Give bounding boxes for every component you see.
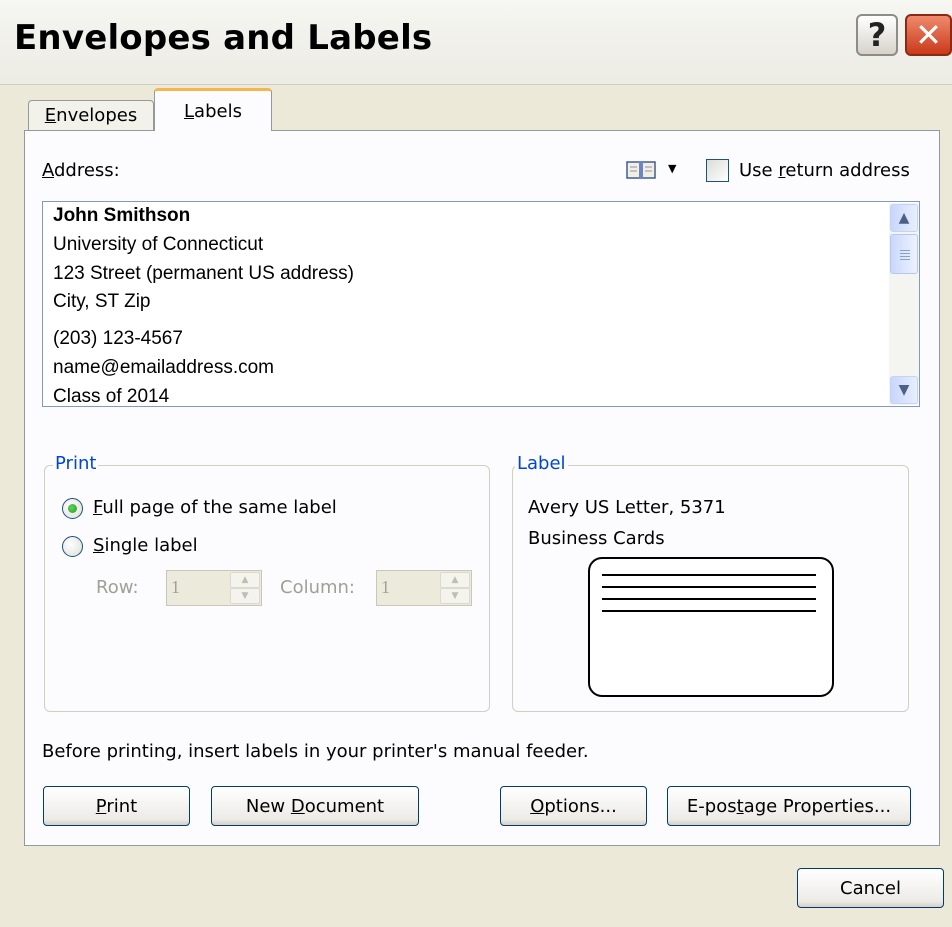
single-label-radio[interactable]	[62, 536, 83, 557]
use-return-address-label[interactable]: Use return address	[739, 160, 910, 181]
column-spin-down[interactable]: ▼	[440, 588, 470, 604]
scroll-down-button[interactable]: ▼	[890, 376, 918, 404]
row-spin-down[interactable]: ▼	[230, 588, 260, 604]
column-label: Column:	[280, 577, 355, 598]
e-postage-properties-button[interactable]: E-postage Properties...	[667, 786, 911, 826]
address-line-name: John Smithson	[53, 205, 191, 226]
full-page-radio[interactable]	[62, 498, 83, 519]
printer-feed-hint: Before printing, insert labels in your p…	[42, 741, 589, 762]
tab-envelopes-label: Envelopes	[44, 105, 138, 126]
row-value: 1	[171, 577, 180, 597]
address-line: name@emailaddress.com	[53, 357, 274, 378]
single-label-label[interactable]: Single label	[93, 535, 198, 556]
help-icon: ?	[867, 16, 887, 54]
label-product: Business Cards	[528, 528, 665, 549]
tab-envelopes[interactable]: Envelopes	[28, 100, 154, 130]
column-value: 1	[381, 577, 390, 597]
title-bar[interactable]: Envelopes and Labels ? ✕	[0, 0, 952, 85]
label-group-legend: Label	[515, 453, 568, 474]
tab-labels-label: Labels	[184, 100, 242, 122]
tab-labels[interactable]: Labels	[154, 88, 272, 131]
column-spinner[interactable]: 1 ▲ ▼	[376, 570, 472, 606]
print-group-legend: Print	[53, 453, 99, 474]
window-title: Envelopes and Labels	[14, 18, 433, 58]
options-button[interactable]: Options...	[500, 786, 647, 826]
scroll-thumb[interactable]	[890, 234, 918, 274]
address-scrollbar[interactable]: ▲ ▼	[889, 203, 919, 405]
label-vendor: Avery US Letter, 5371	[528, 497, 726, 518]
address-book-icon[interactable]	[626, 159, 656, 181]
address-line: 123 Street (permanent US address)	[53, 263, 354, 284]
address-textarea[interactable]: John Smithson University of Connecticut …	[42, 201, 920, 407]
cancel-button[interactable]: Cancel	[797, 868, 944, 908]
row-spinner[interactable]: 1 ▲ ▼	[166, 570, 262, 606]
column-spin-up[interactable]: ▲	[440, 572, 470, 588]
address-line: University of Connecticut	[53, 234, 264, 255]
help-button[interactable]: ?	[856, 14, 898, 56]
use-return-address-checkbox[interactable]	[706, 159, 729, 182]
address-line: Class of 2014	[53, 386, 170, 407]
chevron-up-icon: ▲	[898, 210, 910, 226]
chevron-down-icon: ▼	[898, 382, 910, 398]
label-preview-icon[interactable]	[588, 557, 834, 697]
close-icon: ✕	[915, 16, 942, 54]
address-line: City, ST Zip	[53, 291, 151, 312]
row-spin-up[interactable]: ▲	[230, 572, 260, 588]
scroll-up-button[interactable]: ▲	[890, 204, 918, 232]
new-document-button[interactable]: New Document	[211, 786, 419, 826]
address-line: (203) 123-4567	[53, 328, 183, 349]
print-button[interactable]: Print	[43, 786, 190, 826]
full-page-label[interactable]: Full page of the same label	[93, 497, 337, 518]
close-button[interactable]: ✕	[905, 14, 952, 56]
address-label: Address:	[42, 160, 120, 181]
row-label: Row:	[96, 577, 139, 598]
address-book-dropdown-icon[interactable]: ▼	[668, 162, 676, 175]
